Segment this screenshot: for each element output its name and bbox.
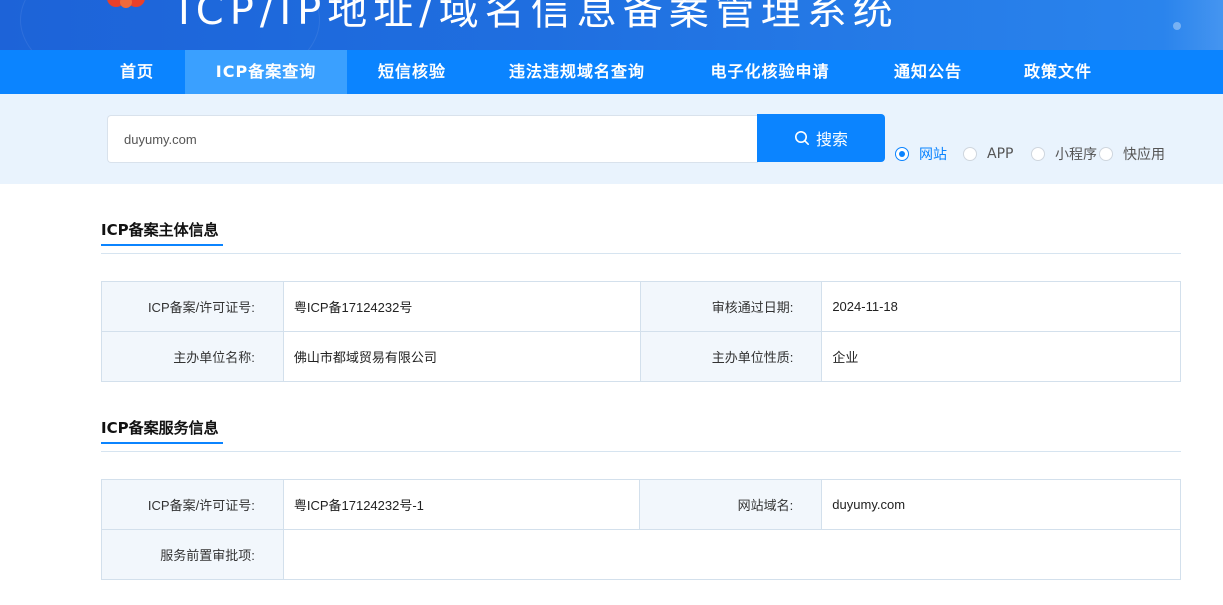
radio-dot: [1099, 147, 1113, 161]
service-info-table: ICP备案/许可证号: 粤ICP备17124232号-1 网站域名: duyum…: [101, 479, 1182, 580]
banner-dot: [1173, 22, 1181, 30]
section-underline: [101, 442, 223, 444]
nav-item-notices[interactable]: 通知公告: [880, 50, 976, 94]
field-value: 佛山市都域贸易有限公司: [282, 331, 641, 382]
radio-dot: [1031, 147, 1045, 161]
field-label: 服务前置审批项:: [101, 529, 284, 580]
header-banner: ICP/IP地址/域名信息备案管理系统: [0, 0, 1223, 50]
field-label: ICP备案/许可证号:: [101, 281, 284, 332]
section-title-subject: ICP备案主体信息: [101, 221, 219, 239]
radio-dot: [963, 147, 977, 161]
nav-item-icp-query[interactable]: ICP备案查询: [185, 50, 347, 94]
nav-item-home[interactable]: 首页: [101, 50, 173, 94]
section-title-service: ICP备案服务信息: [101, 419, 219, 437]
nav-item-e-verify[interactable]: 电子化核验申请: [694, 50, 846, 94]
banner-decoration-right: [1163, 0, 1223, 50]
field-value: duyumy.com: [821, 479, 1181, 530]
radio-quick-app[interactable]: 快应用: [1099, 146, 1165, 163]
radio-mini-program[interactable]: 小程序: [1031, 146, 1097, 163]
section-underline: [101, 244, 223, 246]
nav-item-policy[interactable]: 政策文件: [1010, 50, 1106, 94]
main-nav: 首页 ICP备案查询 短信核验 违法违规域名查询 电子化核验申请 通知公告 政策…: [0, 50, 1223, 94]
field-label: ICP备案/许可证号:: [101, 479, 284, 530]
radio-website[interactable]: 网站: [895, 146, 947, 163]
field-value: [282, 529, 1182, 580]
system-title: ICP/IP地址/域名信息备案管理系统: [178, 0, 899, 34]
radio-label: 网站: [919, 147, 947, 163]
subject-info-table: ICP备案/许可证号: 粤ICP备17124232号 审核通过日期: 2024-…: [101, 281, 1181, 382]
search-area: 搜索 网站 APP 小程序 快应用: [0, 94, 1223, 184]
search-icon: [794, 131, 809, 145]
radio-label: 快应用: [1123, 147, 1165, 163]
nav-item-sms-verify[interactable]: 短信核验: [362, 50, 462, 94]
search-button[interactable]: 搜索: [757, 114, 885, 162]
section-divider: [101, 451, 1181, 452]
section-divider: [101, 253, 1181, 254]
radio-dot: [895, 147, 909, 161]
field-label: 审核通过日期:: [639, 281, 823, 332]
field-label: 网站域名:: [639, 479, 823, 530]
table-row: 主办单位名称: 佛山市都域贸易有限公司 主办单位性质: 企业: [101, 331, 1181, 382]
field-label: 主办单位性质:: [639, 331, 823, 382]
radio-label: 小程序: [1055, 147, 1097, 163]
field-value: 企业: [821, 331, 1181, 382]
table-row: ICP备案/许可证号: 粤ICP备17124232号-1 网站域名: duyum…: [101, 479, 1181, 530]
search-input[interactable]: [107, 115, 758, 163]
field-value: 粤ICP备17124232号-1: [282, 479, 641, 530]
table-row: ICP备案/许可证号: 粤ICP备17124232号 审核通过日期: 2024-…: [101, 281, 1181, 332]
table-row: 服务前置审批项:: [101, 529, 1182, 580]
field-label: 主办单位名称:: [101, 331, 284, 382]
field-value: 2024-11-18: [821, 281, 1181, 332]
radio-label: APP: [987, 146, 1014, 162]
emblem-icon: [107, 0, 145, 8]
nav-item-illegal-domain[interactable]: 违法违规域名查询: [494, 50, 660, 94]
radio-app[interactable]: APP: [963, 146, 1013, 162]
search-button-label: 搜索: [815, 130, 848, 149]
field-value: 粤ICP备17124232号: [282, 281, 641, 332]
